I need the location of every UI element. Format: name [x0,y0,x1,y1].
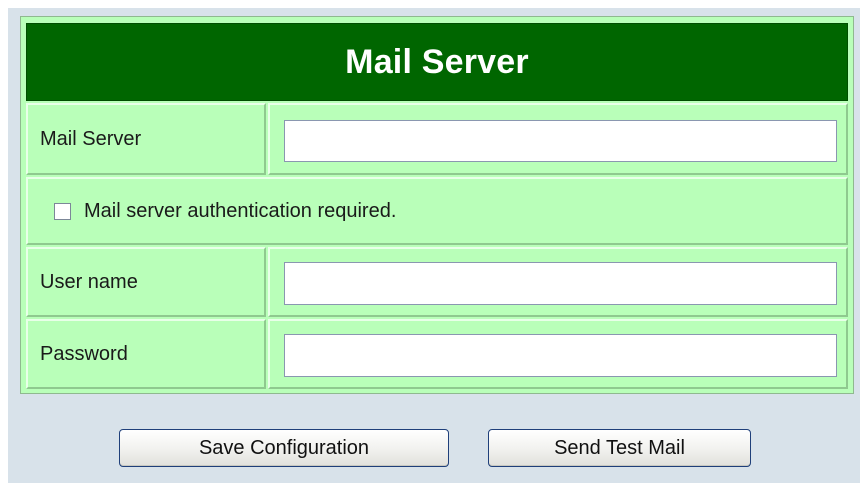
password-cell [268,319,848,389]
auth-required-row: Mail server authentication required. [26,177,848,245]
settings-panel: Mail Server Mail Server Mail server auth… [8,8,860,483]
form-title: Mail Server [26,23,848,101]
password-input[interactable] [284,334,837,377]
mail-server-cell [268,103,848,175]
mail-server-input[interactable] [284,120,837,162]
mail-server-form: Mail Server Mail Server Mail server auth… [20,16,854,394]
mail-server-label: Mail Server [26,103,266,175]
password-label: Password [26,319,266,389]
auth-required-checkbox[interactable] [54,202,71,220]
auth-required-label: Mail server authentication required. [84,199,397,222]
user-name-label: User name [26,247,266,317]
send-test-mail-button[interactable]: Send Test Mail [488,429,751,467]
user-name-cell [268,247,848,317]
save-configuration-button[interactable]: Save Configuration [119,429,449,467]
user-name-input[interactable] [284,262,837,305]
